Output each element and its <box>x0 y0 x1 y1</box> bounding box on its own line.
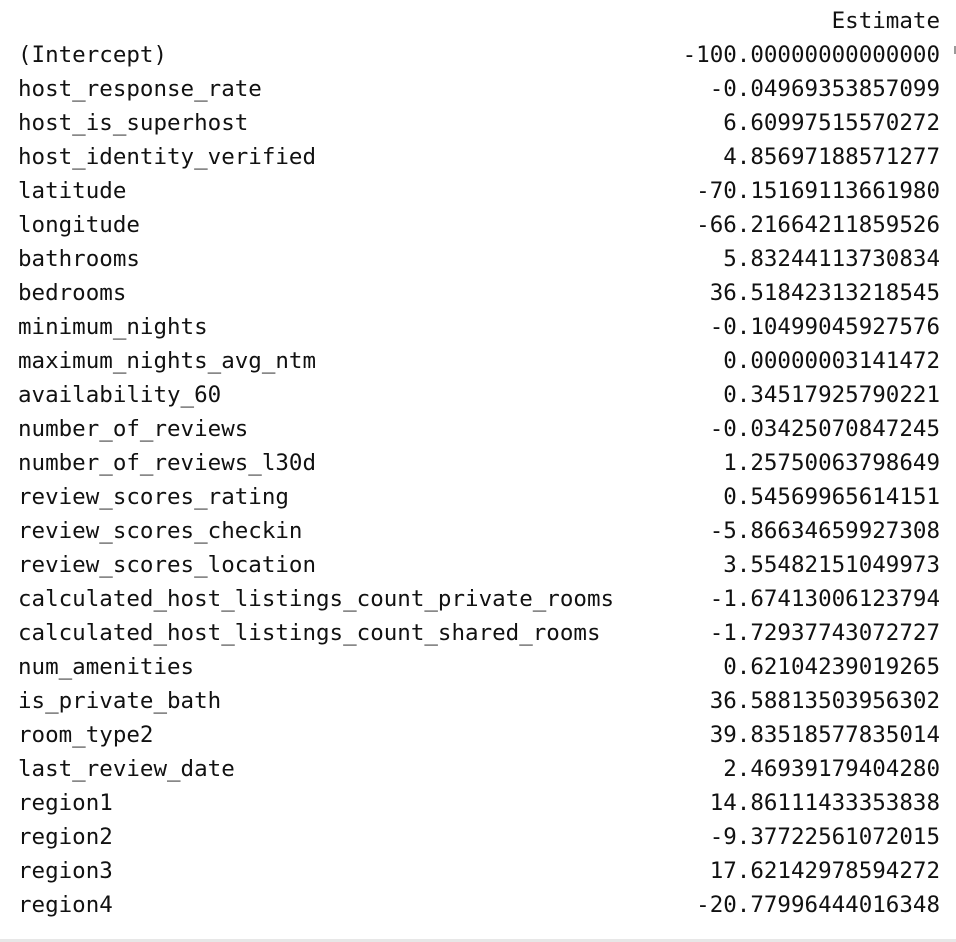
row-value: -0.04969353857099 <box>709 76 940 102</box>
row-value: 39.83518577835014 <box>709 722 940 748</box>
row-name: host_response_rate <box>18 76 262 102</box>
coefficient-table: Estimate (Intercept) -100.00000000000000… <box>18 4 940 922</box>
table-row: review_scores_rating 0.54569965614151 <box>18 480 940 514</box>
row-name: host_is_superhost <box>18 110 249 136</box>
row-value: 17.62142978594272 <box>709 858 940 884</box>
table-row: bedrooms 36.51842313218545 <box>18 276 940 310</box>
row-value: 0.34517925790221 <box>723 382 940 408</box>
table-row: num_amenities 0.62104239019265 <box>18 650 940 684</box>
table-header-row: Estimate <box>18 4 940 38</box>
table-row: number_of_reviews_l30d 1.25750063798649 <box>18 446 940 480</box>
row-name: room_type2 <box>18 722 154 748</box>
row-value: -1.72937743072727 <box>709 620 940 646</box>
row-name: minimum_nights <box>18 314 208 340</box>
table-row: region4 -20.77996444016348 <box>18 888 940 922</box>
row-name: review_scores_rating <box>18 484 289 510</box>
row-value: -0.03425070847245 <box>709 416 940 442</box>
row-name: longitude <box>18 212 140 238</box>
table-row: region1 14.86111433353838 <box>18 786 940 820</box>
console-output-panel: Estimate (Intercept) -100.00000000000000… <box>0 0 956 942</box>
table-row: host_is_superhost 6.60997515570272 <box>18 106 940 140</box>
table-row: last_review_date 2.46939179404280 <box>18 752 940 786</box>
table-row: maximum_nights_avg_ntm 0.00000003141472 <box>18 344 940 378</box>
row-value: 0.62104239019265 <box>723 654 940 680</box>
table-row: bathrooms 5.83244113730834 <box>18 242 940 276</box>
row-name: review_scores_checkin <box>18 518 303 544</box>
table-row: review_scores_location 3.55482151049973 <box>18 548 940 582</box>
row-name: region3 <box>18 858 113 884</box>
table-row: review_scores_checkin -5.86634659927308 <box>18 514 940 548</box>
row-value: 0.54569965614151 <box>723 484 940 510</box>
row-name: number_of_reviews_l30d <box>18 450 317 476</box>
row-name: region4 <box>18 892 113 918</box>
table-row: longitude -66.21664211859526 <box>18 208 940 242</box>
row-name: last_review_date <box>18 756 235 782</box>
row-value: 14.86111433353838 <box>709 790 940 816</box>
row-value: 36.58813503956302 <box>709 688 940 714</box>
row-name: region2 <box>18 824 113 850</box>
row-name: availability_60 <box>18 382 222 408</box>
row-name: is_private_bath <box>18 688 222 714</box>
row-value: 36.51842313218545 <box>709 280 940 306</box>
row-value: -0.10499045927576 <box>709 314 940 340</box>
table-row: region2 -9.37722561072015 <box>18 820 940 854</box>
table-row: host_identity_verified 4.85697188571277 <box>18 140 940 174</box>
row-name: bathrooms <box>18 246 140 272</box>
table-row: latitude -70.15169113661980 <box>18 174 940 208</box>
row-value: -5.86634659927308 <box>709 518 940 544</box>
row-value: 0.00000003141472 <box>723 348 940 374</box>
row-value: 6.60997515570272 <box>723 110 940 136</box>
row-value: 2.46939179404280 <box>723 756 940 782</box>
row-name: host_identity_verified <box>18 144 317 170</box>
row-name: calculated_host_listings_count_shared_ro… <box>18 620 601 646</box>
row-value: -1.67413006123794 <box>709 586 940 612</box>
row-name: maximum_nights_avg_ntm <box>18 348 317 374</box>
row-name: region1 <box>18 790 113 816</box>
row-value: -9.37722561072015 <box>709 824 940 850</box>
table-row: minimum_nights -0.10499045927576 <box>18 310 940 344</box>
row-name: review_scores_location <box>18 552 317 578</box>
column-header-estimate: Estimate <box>831 8 940 34</box>
row-value: -20.77996444016348 <box>696 892 940 918</box>
row-value: 4.85697188571277 <box>723 144 940 170</box>
row-value: -100.00000000000000 <box>682 42 940 68</box>
table-row: (Intercept) -100.00000000000000 <box>18 38 940 72</box>
table-row: number_of_reviews -0.03425070847245 <box>18 412 940 446</box>
row-name: calculated_host_listings_count_private_r… <box>18 586 615 612</box>
row-value: 5.83244113730834 <box>723 246 940 272</box>
row-value: -70.15169113661980 <box>696 178 940 204</box>
table-row: calculated_host_listings_count_private_r… <box>18 582 940 616</box>
table-row: calculated_host_listings_count_shared_ro… <box>18 616 940 650</box>
row-value: -66.21664211859526 <box>696 212 940 238</box>
row-value: 3.55482151049973 <box>723 552 940 578</box>
row-name: bedrooms <box>18 280 127 306</box>
row-name: latitude <box>18 178 127 204</box>
table-row: region3 17.62142978594272 <box>18 854 940 888</box>
table-row: is_private_bath 36.58813503956302 <box>18 684 940 718</box>
row-name: num_amenities <box>18 654 195 680</box>
table-row: room_type2 39.83518577835014 <box>18 718 940 752</box>
row-name: number_of_reviews <box>18 416 249 442</box>
table-row: availability_60 0.34517925790221 <box>18 378 940 412</box>
table-row: host_response_rate -0.04969353857099 <box>18 72 940 106</box>
row-value: 1.25750063798649 <box>723 450 940 476</box>
row-name: (Intercept) <box>18 42 168 68</box>
